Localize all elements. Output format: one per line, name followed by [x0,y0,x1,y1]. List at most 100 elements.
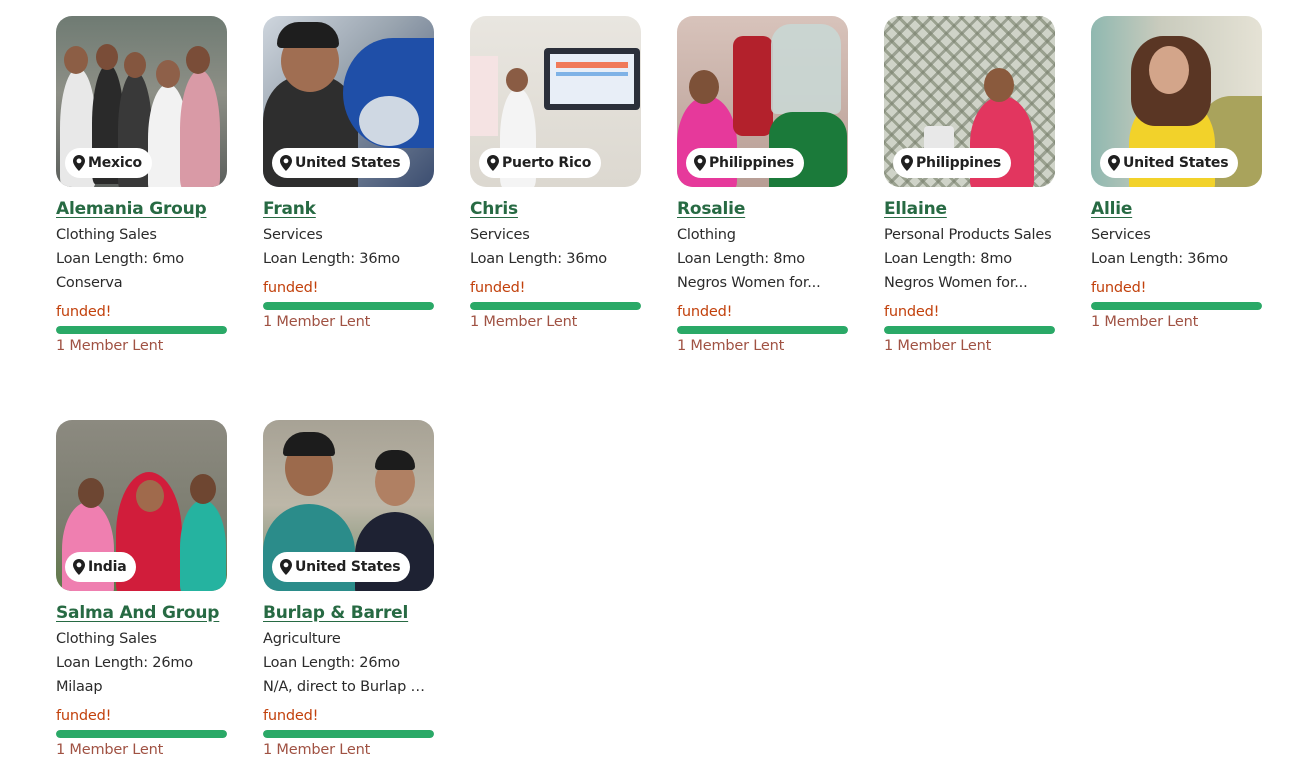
loan-length-label: Loan Length: 8mo [677,251,805,267]
map-pin-icon [901,155,913,171]
location-badge: Mexico [65,148,152,178]
lender-count: 1 Member Lent [470,314,578,330]
map-pin-icon [694,155,706,171]
loan-card: United States Burlap & Barrel Agricultur… [263,420,434,759]
loan-length-label: Loan Length: 36mo [263,251,400,267]
funded-status: funded! [470,280,526,296]
map-pin-icon [73,155,85,171]
loan-card: Philippines Rosalie Clothing Loan Length… [677,16,848,355]
borrower-photo[interactable]: United States [263,420,434,591]
funding-progress-fill [56,730,227,738]
partner-label: Milaap [56,679,103,695]
borrower-photo[interactable]: United States [263,16,434,187]
country-label: United States [295,559,401,575]
loan-card: United States Frank Services Loan Length… [263,16,434,331]
loan-card: Puerto Rico Chris Services Loan Length: … [470,16,641,331]
country-label: Mexico [88,155,142,171]
funding-progress-fill [470,302,641,310]
partner-label: N/A, direct to Burlap &... [263,679,434,695]
borrower-photo[interactable]: Philippines [677,16,848,187]
funding-progress-fill [1091,302,1262,310]
funded-status: funded! [884,304,940,320]
funded-status: funded! [677,304,733,320]
borrower-photo[interactable]: Philippines [884,16,1055,187]
loan-length-label: Loan Length: 6mo [56,251,184,267]
lender-count: 1 Member Lent [56,338,164,354]
funding-progress-bar [263,730,434,738]
location-badge: United States [272,148,411,178]
country-label: United States [295,155,401,171]
funding-progress-bar [56,730,227,738]
loan-card: United States Allie Services Loan Length… [1091,16,1262,331]
funding-progress-fill [677,326,848,334]
loan-length-label: Loan Length: 26mo [56,655,193,671]
funding-progress-fill [884,326,1055,334]
loan-length-label: Loan Length: 36mo [470,251,607,267]
map-pin-icon [280,155,292,171]
borrower-photo[interactable]: United States [1091,16,1262,187]
funded-status: funded! [56,708,112,724]
location-badge: Puerto Rico [479,148,602,178]
location-badge: Philippines [686,148,805,178]
lender-count: 1 Member Lent [263,314,371,330]
map-pin-icon [280,559,292,575]
lender-count: 1 Member Lent [56,742,164,758]
lender-count: 1 Member Lent [1091,314,1199,330]
loan-length-label: Loan Length: 8mo [884,251,1012,267]
map-pin-icon [487,155,499,171]
borrower-photo[interactable]: Mexico [56,16,227,187]
sector-label: Agriculture [263,631,341,647]
loan-card: India Salma And Group Clothing Sales Loa… [56,420,227,759]
location-badge: United States [272,552,411,582]
sector-label: Personal Products Sales [884,227,1052,243]
country-label: Philippines [709,155,795,171]
location-badge: India [65,552,137,582]
funding-progress-bar [884,326,1055,334]
borrower-name-link[interactable]: Frank [263,198,434,220]
sector-label: Services [1091,227,1151,243]
funded-status: funded! [56,304,112,320]
borrower-name-link[interactable]: Rosalie [677,198,848,220]
loan-length-label: Loan Length: 36mo [1091,251,1228,267]
borrower-name-link[interactable]: Salma And Group [56,602,227,624]
funded-status: funded! [1091,280,1147,296]
map-pin-icon [1108,155,1120,171]
borrower-photo[interactable]: Puerto Rico [470,16,641,187]
lender-count: 1 Member Lent [884,338,992,354]
lender-count: 1 Member Lent [263,742,371,758]
country-label: India [88,559,127,575]
country-label: Puerto Rico [502,155,592,171]
borrower-name-link[interactable]: Allie [1091,198,1262,220]
borrower-name-link[interactable]: Ellaine [884,198,1055,220]
funding-progress-fill [263,730,434,738]
borrower-name-link[interactable]: Alemania Group [56,198,227,220]
borrower-name-link[interactable]: Chris [470,198,641,220]
partner-label: Conserva [56,275,123,291]
sector-label: Clothing Sales [56,227,157,243]
funded-status: funded! [263,708,319,724]
funding-progress-bar [56,326,227,334]
borrower-name-link[interactable]: Burlap & Barrel [263,602,434,624]
loan-card: Mexico Alemania Group Clothing Sales Loa… [56,16,227,355]
location-badge: Philippines [893,148,1012,178]
partner-label: Negros Women for... [884,275,1028,291]
sector-label: Clothing Sales [56,631,157,647]
map-pin-icon [73,559,85,575]
loan-card: Philippines Ellaine Personal Products Sa… [884,16,1055,355]
lender-count: 1 Member Lent [677,338,785,354]
country-label: Philippines [916,155,1002,171]
loan-length-label: Loan Length: 26mo [263,655,400,671]
sector-label: Clothing [677,227,736,243]
funding-progress-bar [677,326,848,334]
sector-label: Services [263,227,323,243]
funding-progress-bar [1091,302,1262,310]
borrower-photo[interactable]: India [56,420,227,591]
funding-progress-bar [263,302,434,310]
sector-label: Services [470,227,530,243]
funding-progress-fill [56,326,227,334]
funding-progress-bar [470,302,641,310]
location-badge: United States [1100,148,1239,178]
funded-status: funded! [263,280,319,296]
country-label: United States [1123,155,1229,171]
partner-label: Negros Women for... [677,275,821,291]
